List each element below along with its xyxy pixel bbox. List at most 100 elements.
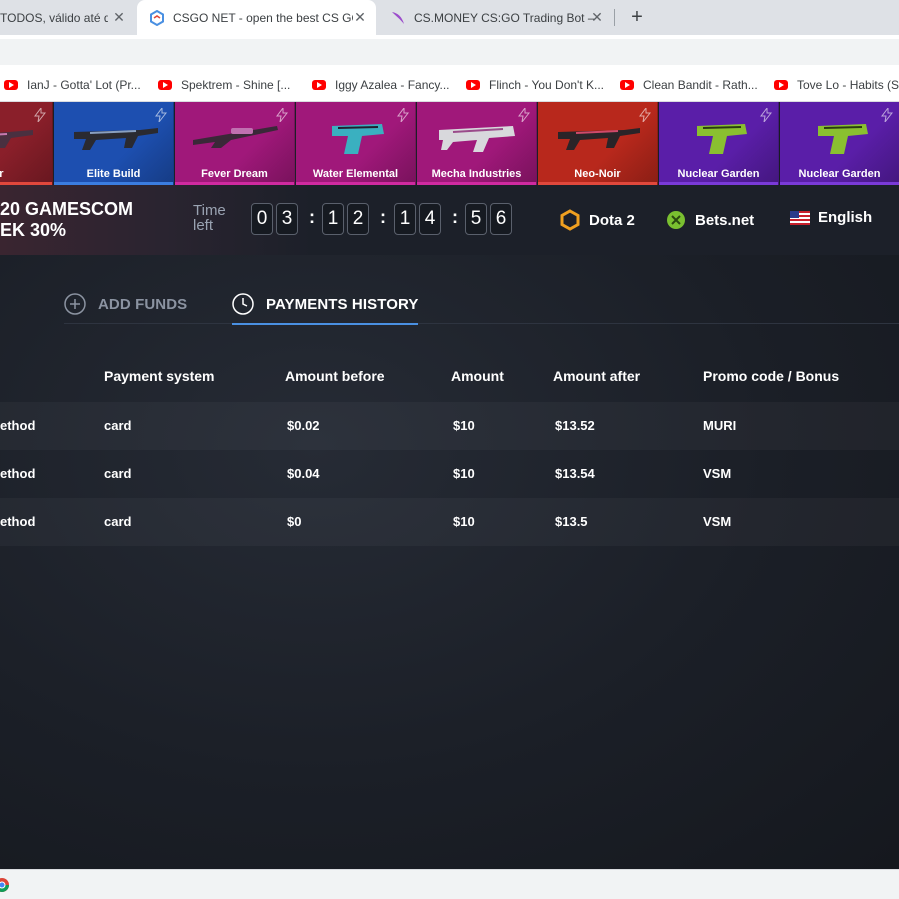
promo-line-1: 20 GAMESCOM — [0, 199, 134, 219]
lightning-icon — [639, 108, 651, 122]
language-selector[interactable]: English — [790, 209, 872, 226]
bookmark-item[interactable]: Clean Bandit - Rath... — [620, 77, 758, 93]
close-icon[interactable]: ✕ — [352, 9, 368, 25]
cell-promo-code: VSM — [703, 466, 732, 481]
bookmark-item[interactable]: Iggy Azalea - Fancy... — [312, 77, 450, 93]
column-header: Amount after — [553, 368, 641, 384]
bookmark-label: Iggy Azalea - Fancy... — [335, 78, 450, 92]
countdown-digit: 3 — [276, 203, 298, 235]
lightning-icon — [760, 108, 772, 122]
table-row: ethod card $0.04 $10 $13.54 VSM — [0, 450, 899, 498]
tab-separator — [614, 9, 615, 26]
tab-title: CSGO NET - open the best CS GO — [173, 10, 353, 25]
pistol-skin-icon — [818, 124, 868, 154]
payments-tabs: ADD FUNDS PAYMENTS HISTORY — [64, 284, 899, 325]
browser-tab-csmoney[interactable]: CS.MONEY CS:GO Trading Bot — ✕ — [378, 0, 613, 35]
bookmark-item[interactable]: IanJ - Gotta' Lot (Pr... — [4, 77, 141, 93]
promo-line-2: EK 30% — [0, 220, 67, 240]
countdown-digit: 1 — [394, 203, 416, 235]
live-drops-strip: Noir Elite Build Fever Dream Water Eleme… — [0, 102, 899, 185]
skin-name: Noir — [0, 168, 52, 180]
countdown-digit: 4 — [419, 203, 441, 235]
skin-name: Fever Dream — [201, 168, 268, 180]
skin-card[interactable]: Nuclear Garden — [780, 102, 899, 185]
dota2-label: Dota 2 — [589, 211, 635, 229]
lightning-icon — [276, 108, 288, 122]
cell-amount: $10 — [453, 418, 475, 433]
lightning-icon — [34, 108, 46, 122]
cell-amount: $10 — [453, 514, 475, 529]
cell-amount-after: $13.52 — [555, 418, 595, 433]
cell-promo-code: MURI — [703, 418, 737, 433]
cell-payment-system: card — [104, 418, 132, 433]
cell-amount-after: $13.5 — [555, 514, 588, 529]
chrome-icon — [0, 878, 9, 892]
cell-promo-code: VSM — [703, 514, 732, 529]
plus-circle-icon — [64, 293, 86, 315]
cell-amount-before: $0.02 — [287, 418, 320, 433]
browser-tab-todos[interactable]: TODOS, válido até d ✕ — [0, 0, 135, 35]
column-header: Amount — [451, 368, 504, 384]
cell-amount-before: $0 — [287, 514, 302, 529]
cell-amount-after: $13.54 — [555, 466, 595, 481]
skin-card[interactable]: Neo-Noir — [538, 102, 658, 185]
us-flag-icon — [790, 210, 810, 225]
skin-card[interactable]: Noir — [0, 102, 53, 185]
countdown-colon: : — [452, 207, 458, 227]
tab-payments-history[interactable]: PAYMENTS HISTORY — [232, 284, 419, 325]
browser-tab-csgonet[interactable]: CSGO NET - open the best CS GO ✕ — [137, 0, 376, 35]
betsnet-label: Bets.net — [695, 211, 755, 229]
close-icon[interactable]: ✕ — [111, 9, 127, 25]
knife-favicon-icon — [392, 11, 404, 24]
youtube-icon — [158, 80, 172, 90]
language-label: English — [818, 209, 873, 226]
youtube-icon — [466, 80, 480, 90]
close-icon[interactable]: ✕ — [589, 9, 605, 25]
download-bar — [0, 869, 899, 899]
youtube-icon — [4, 80, 18, 90]
skin-name: Mecha Industries — [431, 168, 522, 180]
promo-title[interactable]: 20 GAMESCOM EK 30% — [0, 199, 133, 241]
tab-add-funds[interactable]: ADD FUNDS — [64, 284, 187, 324]
skin-card[interactable]: Fever Dream — [175, 102, 295, 185]
bookmark-item[interactable]: Flinch - You Don't K... — [466, 77, 604, 93]
cell-method: ethod — [0, 418, 36, 433]
bookmark-label: Clean Bandit - Rath... — [643, 78, 758, 92]
url-field[interactable] — [0, 39, 899, 65]
new-tab-button[interactable]: + — [626, 6, 648, 28]
youtube-icon — [312, 80, 326, 90]
countdown-digit: 6 — [490, 203, 512, 235]
tab-payments-history-label: PAYMENTS HISTORY — [266, 295, 419, 313]
skin-name: Water Elemental — [312, 168, 399, 180]
skin-card[interactable]: Mecha Industries — [417, 102, 537, 185]
youtube-icon — [774, 80, 788, 90]
promo-banner: 20 GAMESCOM EK 30% Time left 0 3 : 1 2 :… — [0, 185, 899, 255]
skin-card[interactable]: Water Elemental — [296, 102, 416, 185]
countdown-colon: : — [309, 207, 315, 227]
skin-name: Neo-Noir — [574, 168, 621, 180]
cell-method: ethod — [0, 466, 36, 481]
table-row: ethod card $0 $10 $13.5 VSM — [0, 498, 899, 546]
rifle-skin-icon — [74, 128, 158, 150]
cell-amount: $10 — [453, 466, 475, 481]
skin-card[interactable]: Elite Build — [54, 102, 174, 185]
bookmark-item[interactable]: Tove Lo - Habits (St — [774, 77, 899, 93]
countdown-digit: 0 — [251, 203, 273, 235]
column-header: Amount before — [285, 368, 385, 384]
dota2-logo-icon — [560, 209, 580, 231]
time-left-label: Time left — [193, 203, 226, 233]
lightning-icon — [155, 108, 167, 122]
dota2-link[interactable]: Dota 2 — [559, 209, 635, 231]
rifle-skin-icon — [558, 128, 640, 150]
bookmark-item[interactable]: Spektrem - Shine [... — [158, 77, 290, 93]
address-bar — [0, 35, 899, 69]
rifle-skin-icon — [439, 126, 515, 152]
lightning-icon — [397, 108, 409, 122]
skin-name: Nuclear Garden — [798, 168, 881, 180]
skin-card[interactable]: Nuclear Garden — [659, 102, 779, 185]
betsnet-link[interactable]: Bets.net — [665, 209, 754, 231]
cell-method: ethod — [0, 514, 36, 529]
column-header: Payment system — [104, 368, 215, 384]
column-header: Promo code / Bonus — [703, 368, 840, 384]
bookmarks-bar: IanJ - Gotta' Lot (Pr... Spektrem - Shin… — [0, 69, 899, 102]
